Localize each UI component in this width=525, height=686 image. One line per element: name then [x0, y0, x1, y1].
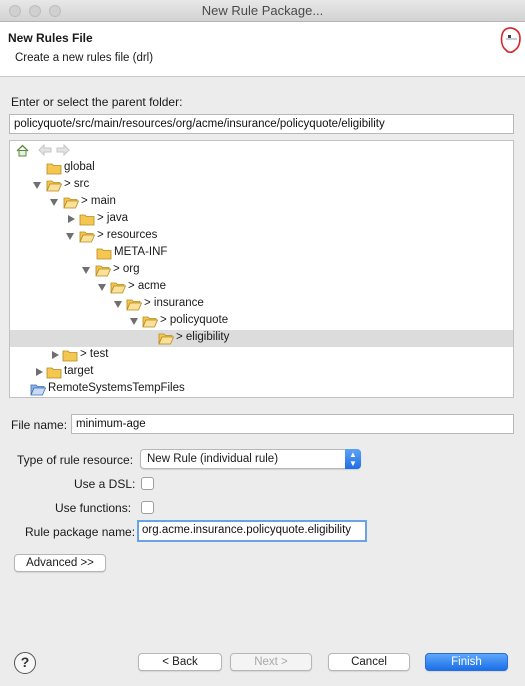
- expand-toggle-icon[interactable]: [33, 182, 41, 189]
- back-arrow-icon[interactable]: [38, 144, 52, 156]
- open-folder-icon: [126, 299, 142, 311]
- home-icon[interactable]: [16, 144, 29, 157]
- collapse-toggle-icon[interactable]: [52, 351, 59, 359]
- advanced-button[interactable]: Advanced >>: [14, 554, 106, 572]
- tree-item-src[interactable]: > src: [10, 177, 513, 194]
- folder-icon: [96, 248, 112, 260]
- folder-icon: [62, 350, 78, 362]
- tree-item-label: > test: [80, 348, 109, 360]
- forward-arrow-icon[interactable]: [56, 144, 70, 156]
- use-dsl-checkbox[interactable]: [141, 477, 154, 490]
- tree-item-policyquote[interactable]: > policyquote: [10, 313, 513, 330]
- package-name-input[interactable]: org.acme.insurance.policyquote.eligibili…: [137, 520, 367, 542]
- rule-type-select[interactable]: New Rule (individual rule) ▲ ▼: [140, 449, 361, 469]
- tree-item-label: > eligibility: [176, 331, 230, 343]
- tree-item-label: > insurance: [144, 297, 204, 309]
- tree-item-acme[interactable]: > acme: [10, 279, 513, 296]
- collapse-toggle-icon[interactable]: [68, 215, 75, 223]
- tree-item-target[interactable]: target: [10, 364, 513, 381]
- finish-button[interactable]: Finish: [425, 653, 508, 671]
- tree-item-label: > src: [64, 178, 90, 190]
- rule-type-label: Type of rule resource:: [17, 453, 134, 467]
- expand-toggle-icon[interactable]: [98, 284, 106, 291]
- next-button[interactable]: Next >: [230, 653, 312, 671]
- rule-type-selected-value: New Rule (individual rule): [147, 453, 279, 465]
- title-bar: New Rule Package...: [0, 0, 525, 22]
- tree-item-label: > org: [113, 263, 140, 275]
- tree-item-label: > resources: [97, 229, 158, 241]
- back-button[interactable]: < Back: [138, 653, 222, 671]
- expand-toggle-icon[interactable]: [66, 233, 74, 240]
- open-folder-icon: [46, 180, 62, 192]
- tree-item-label: > main: [81, 195, 116, 207]
- package-name-label: Rule package name:: [25, 525, 136, 539]
- folder-icon: [79, 214, 95, 226]
- tree-item-java[interactable]: > java: [10, 211, 513, 228]
- tree-item-main[interactable]: > main: [10, 194, 513, 211]
- open-folder-icon: [142, 316, 158, 328]
- open-folder-icon: [110, 282, 126, 294]
- tree-item-label: global: [64, 161, 95, 173]
- tree-item-label: target: [64, 365, 94, 377]
- tree-item-meta-inf[interactable]: META-INF: [10, 245, 513, 262]
- window-title: New Rule Package...: [201, 3, 324, 18]
- use-functions-checkbox[interactable]: [141, 501, 154, 514]
- tree-item-remotesystemstempfiles[interactable]: RemoteSystemsTempFiles: [10, 381, 513, 398]
- open-folder-icon: [63, 197, 79, 209]
- folder-icon: [46, 367, 62, 379]
- folder-icon: [46, 163, 62, 175]
- open-folder-icon: [95, 265, 111, 277]
- parent-folder-label: Enter or select the parent folder:: [11, 95, 183, 109]
- tree-item-insurance[interactable]: > insurance: [10, 296, 513, 313]
- tree-item-label: RemoteSystemsTempFiles: [48, 382, 185, 394]
- tree-item-label: META-INF: [114, 246, 168, 258]
- expand-toggle-icon[interactable]: [114, 301, 122, 308]
- tree-item-test[interactable]: > test: [10, 347, 513, 364]
- page-title: New Rules File: [8, 31, 93, 45]
- file-name-label: File name:: [11, 418, 68, 432]
- use-functions-label: Use functions:: [55, 501, 132, 515]
- page-description: Create a new rules file (drl): [15, 52, 154, 64]
- help-icon[interactable]: ?: [14, 652, 36, 674]
- collapse-toggle-icon[interactable]: [36, 368, 43, 376]
- file-name-input[interactable]: minimum-age: [71, 414, 514, 434]
- open-folder-icon: [79, 231, 95, 243]
- tree-item-global[interactable]: global: [10, 160, 513, 177]
- tree-item-resources[interactable]: > resources: [10, 228, 513, 245]
- drools-wizard-icon: [500, 27, 521, 54]
- expand-toggle-icon[interactable]: [82, 267, 90, 274]
- wizard-header: New Rules File Create a new rules file (…: [0, 22, 525, 77]
- updown-chevron-icon: ▲ ▼: [345, 449, 361, 469]
- tree-item-label: > java: [97, 212, 129, 224]
- tree-item-org[interactable]: > org: [10, 262, 513, 279]
- project-folder-icon: [30, 384, 46, 396]
- tree-item-label: > policyquote: [160, 314, 229, 326]
- expand-toggle-icon[interactable]: [50, 199, 58, 206]
- use-dsl-label: Use a DSL:: [74, 477, 136, 491]
- expand-toggle-icon[interactable]: [130, 318, 138, 325]
- cancel-button[interactable]: Cancel: [328, 653, 410, 671]
- tree-item-label: > acme: [128, 280, 167, 292]
- parent-folder-input[interactable]: policyquote/src/main/resources/org/acme/…: [9, 114, 514, 134]
- folder-tree[interactable]: global > src > main > java > resources M…: [9, 140, 514, 398]
- tree-item-eligibility[interactable]: > eligibility: [10, 330, 513, 347]
- open-folder-icon: [158, 333, 174, 345]
